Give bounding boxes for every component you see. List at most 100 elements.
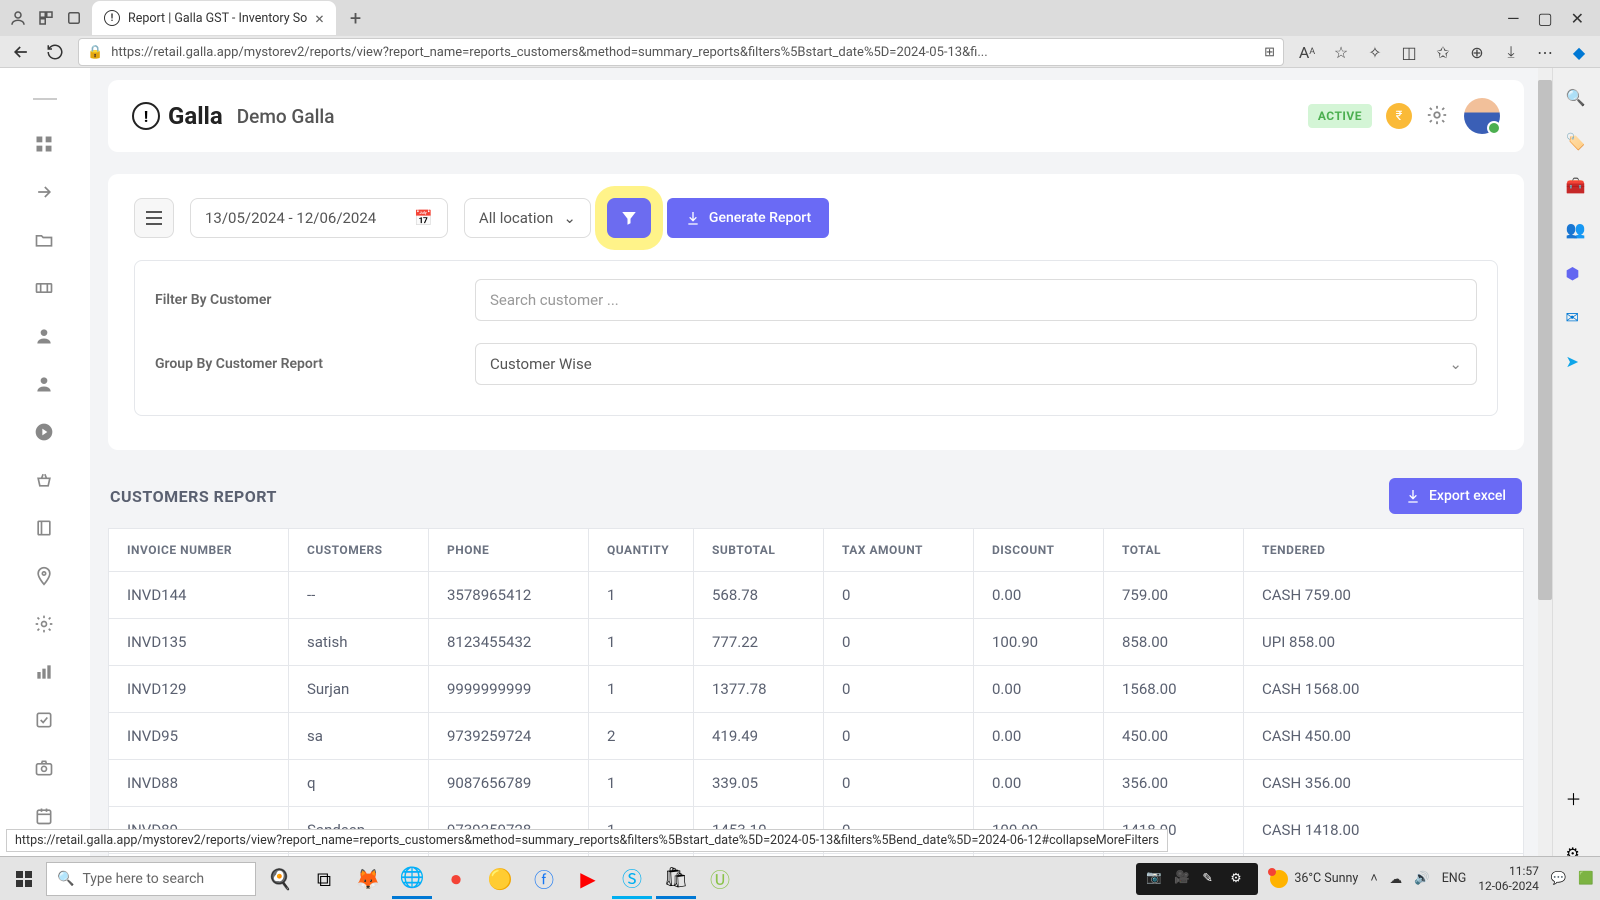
taskbar-chrome-icon[interactable]: 🟡 — [480, 859, 520, 899]
cell-phone: 9999999999 — [429, 666, 589, 713]
tab-actions-icon[interactable] — [64, 8, 84, 28]
header-settings-button[interactable] — [1426, 104, 1450, 128]
sidebar-collapse-icon[interactable] — [33, 98, 57, 100]
taskbar-youtube-icon[interactable]: ▶ — [568, 859, 608, 899]
arrow-right-icon[interactable] — [34, 182, 56, 204]
window-close-button[interactable]: ✕ — [1571, 9, 1584, 28]
credits-icon[interactable]: ₹ — [1386, 103, 1412, 129]
taskbar-store-icon[interactable]: 🛍 — [656, 859, 696, 899]
dashboard-icon[interactable] — [34, 134, 56, 156]
table-row[interactable]: INVD135satish81234554321777.220100.90858… — [109, 619, 1524, 666]
date-range-picker[interactable]: 13/05/2024 - 12/06/2024 📅 — [190, 198, 448, 238]
tray-app-icon[interactable]: 🟩 — [1578, 871, 1594, 886]
office-icon[interactable]: ⬢ — [1566, 264, 1588, 286]
filter-toolbar: 13/05/2024 - 12/06/2024 📅 All location ⌄… — [134, 198, 1498, 238]
table-row[interactable]: INVD95sa97392597242419.4900.00450.00CASH… — [109, 713, 1524, 760]
favorites-icon[interactable]: ✩ — [1432, 41, 1454, 63]
extensions-icon[interactable]: ✧ — [1364, 41, 1386, 63]
add-sidebar-icon[interactable]: ＋ — [1566, 786, 1588, 808]
tab-close-button[interactable]: × — [315, 9, 324, 28]
table-row[interactable]: INVD88q90876567891339.0500.00356.00CASH … — [109, 760, 1524, 807]
cell-phone: 9087656789 — [429, 760, 589, 807]
taskbar-firefox-icon[interactable]: 🦊 — [348, 859, 388, 899]
tray-cloud-icon[interactable]: ☁ — [1390, 871, 1403, 887]
table-row[interactable]: INVD144--35789654121568.7800.00759.00CAS… — [109, 572, 1524, 619]
book-icon[interactable] — [34, 518, 56, 540]
tray-notifications-icon[interactable]: 💬 — [1551, 871, 1567, 886]
col-quantity: QUANTITY — [589, 529, 694, 572]
new-tab-button[interactable]: + — [344, 6, 367, 30]
taskbar-clock[interactable]: 11:57 12-06-2024 — [1478, 864, 1539, 893]
outlook-icon[interactable]: ✉ — [1566, 308, 1588, 330]
brand-logo[interactable]: ! Galla — [132, 102, 223, 130]
voucher-icon[interactable] — [34, 278, 56, 300]
search-sidebar-icon[interactable]: 🔍 — [1566, 88, 1588, 110]
app-install-icon[interactable]: ⊞ — [1264, 45, 1275, 60]
window-maximize-button[interactable]: ▢ — [1537, 9, 1552, 28]
taskbar-search[interactable]: 🔍 Type here to search — [46, 862, 256, 896]
location-pin-icon[interactable] — [34, 566, 56, 588]
user-alt-icon[interactable] — [34, 374, 56, 396]
location-dropdown[interactable]: All location ⌄ — [464, 198, 591, 238]
taskbar-app-cooking-icon[interactable]: 🍳 — [260, 859, 300, 899]
cell-customer: -- — [289, 572, 429, 619]
start-button[interactable] — [6, 861, 42, 897]
nav-refresh-button[interactable] — [44, 41, 66, 63]
user-avatar[interactable] — [1464, 98, 1500, 134]
taskbar-edge-icon[interactable]: 🌐 — [392, 859, 432, 899]
cell-tendered: CASH 356.00 — [1244, 760, 1524, 807]
basket-icon[interactable] — [34, 470, 56, 492]
customer-search-input[interactable]: Search customer ... — [475, 279, 1477, 321]
nav-back-button[interactable] — [10, 41, 32, 63]
scrollbar-thumb[interactable] — [1538, 80, 1552, 600]
table-row[interactable]: INVD129Surjan999999999911377.7800.001568… — [109, 666, 1524, 713]
taskbar-skype-icon[interactable]: Ⓢ — [612, 859, 652, 899]
weather-widget[interactable]: 36°C Sunny — [1270, 870, 1358, 888]
browser-chrome: ! Report | Galla GST - Inventory So × + … — [0, 0, 1600, 68]
filter-toggle-button[interactable] — [607, 198, 651, 238]
send-icon[interactable]: ➤ — [1566, 352, 1588, 374]
text-size-icon[interactable]: AA — [1296, 41, 1318, 63]
cell-tax: 0 — [824, 572, 974, 619]
play-circle-icon[interactable] — [34, 422, 56, 444]
browser-tab[interactable]: ! Report | Galla GST - Inventory So × — [92, 1, 336, 35]
export-excel-button[interactable]: Export excel — [1389, 478, 1522, 514]
window-minimize-button[interactable]: — — [1507, 9, 1520, 28]
shopping-tag-icon[interactable]: 🏷️ — [1566, 132, 1588, 154]
check-square-icon[interactable] — [34, 710, 56, 732]
split-screen-icon[interactable]: ◫ — [1398, 41, 1420, 63]
recording-panel[interactable]: 📷 🎥 ✎ ⚙ — [1136, 863, 1258, 895]
taskbar-facebook-icon[interactable]: ⓕ — [524, 859, 564, 899]
taskbar-app-u-icon[interactable]: Ⓤ — [700, 859, 740, 899]
more-menu-icon[interactable]: ⋯ — [1534, 41, 1556, 63]
cell-tendered: CASH 759.00 — [1244, 572, 1524, 619]
calendar-icon[interactable] — [34, 806, 56, 828]
clock-time: 11:57 — [1478, 864, 1539, 878]
people-icon[interactable]: 👥 — [1566, 220, 1588, 242]
tray-chevron-icon[interactable]: ˄ — [1370, 871, 1377, 886]
lock-icon: 🔒 — [87, 45, 103, 60]
generate-report-button[interactable]: Generate Report — [667, 198, 829, 238]
folder-icon[interactable] — [34, 230, 56, 252]
cell-invoice: INVD95 — [109, 713, 289, 760]
chart-bar-icon[interactable] — [34, 662, 56, 684]
tray-volume-icon[interactable]: 🔊 — [1414, 871, 1430, 886]
tray-language[interactable]: ENG — [1442, 871, 1467, 886]
camera-icon[interactable] — [34, 758, 56, 780]
user-icon[interactable] — [34, 326, 56, 348]
group-by-value: Customer Wise — [490, 355, 592, 373]
workspaces-icon[interactable] — [36, 8, 56, 28]
taskbar-record-icon[interactable]: ⏺ — [436, 859, 476, 899]
rec-edit-icon: ✎ — [1202, 870, 1220, 888]
downloads-icon[interactable]: ⤓ — [1500, 41, 1522, 63]
favorite-star-icon[interactable]: ☆ — [1330, 41, 1352, 63]
settings-icon[interactable] — [34, 614, 56, 636]
tools-icon[interactable]: 🧰 — [1566, 176, 1588, 198]
profile-icon[interactable] — [8, 8, 28, 28]
address-bar[interactable]: 🔒 https://retail.galla.app/mystorev2/rep… — [78, 38, 1284, 66]
copilot-icon[interactable]: ◆ — [1568, 41, 1590, 63]
collections-icon[interactable]: ⊕ — [1466, 41, 1488, 63]
group-by-dropdown[interactable]: Customer Wise ⌄ — [475, 343, 1477, 385]
taskbar-task-view-icon[interactable]: ⧉ — [304, 859, 344, 899]
report-menu-button[interactable] — [134, 198, 174, 238]
